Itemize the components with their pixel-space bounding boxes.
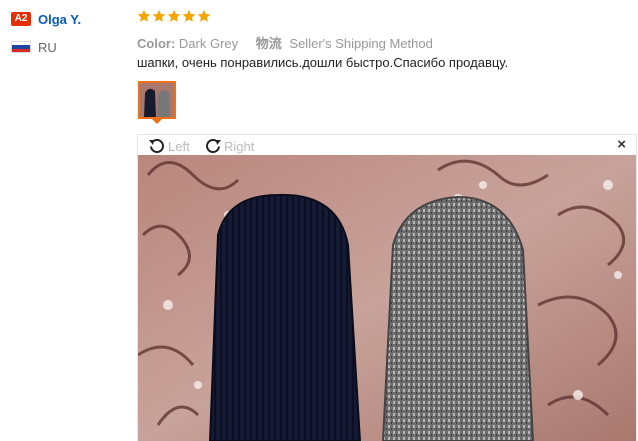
rotate-left-label: Left: [168, 138, 190, 154]
rotate-right-button[interactable]: Right: [204, 137, 254, 155]
review-photo-image: [138, 155, 636, 441]
star-icon: [167, 9, 181, 22]
country-code: RU: [38, 39, 57, 55]
reviewer-row: A2 Olga Y.: [11, 11, 126, 27]
reviewer-info: A2 Olga Y. RU: [11, 11, 126, 55]
reviewer-name[interactable]: Olga Y.: [38, 12, 81, 27]
shipping-key: 物流: [255, 36, 282, 51]
star-rating: [137, 9, 635, 26]
rotate-left-icon: [149, 139, 164, 153]
review-content: Color: Dark Grey 物流 Seller's Shipping Me…: [137, 9, 635, 125]
order-attributes: Color: Dark Grey 物流 Seller's Shipping Me…: [137, 33, 635, 51]
star-icon: [182, 9, 196, 22]
review-photo: [138, 155, 636, 441]
photo-thumbnails: [137, 81, 635, 125]
viewer-toolbar: Left Right ×: [138, 135, 636, 155]
color-key: Color:: [137, 36, 176, 51]
star-icon: [152, 9, 166, 22]
member-level-badge: A2: [11, 12, 31, 26]
thumbnail-pointer: [152, 119, 162, 124]
rotate-left-button[interactable]: Left: [148, 137, 190, 155]
review-item: A2 Olga Y. RU Color: Dark Grey 物流 Seller…: [0, 0, 638, 441]
star-icon: [197, 9, 211, 22]
rotate-right-label: Right: [224, 138, 255, 154]
close-viewer-button[interactable]: ×: [617, 137, 626, 152]
photo-thumbnail[interactable]: [138, 81, 176, 119]
russia-flag-icon: [11, 41, 31, 53]
color-value: Dark Grey: [178, 36, 239, 51]
shipping-value: Seller's Shipping Method: [289, 36, 433, 51]
rotate-right-icon: [206, 139, 221, 153]
thumbnail-image: [140, 83, 174, 117]
photo-viewer: Left Right ×: [137, 134, 637, 441]
review-text: шапки, очень понравились.дошли быстро.Сп…: [137, 55, 509, 70]
reviewer-country: RU: [11, 39, 126, 55]
star-icon: [137, 9, 151, 22]
